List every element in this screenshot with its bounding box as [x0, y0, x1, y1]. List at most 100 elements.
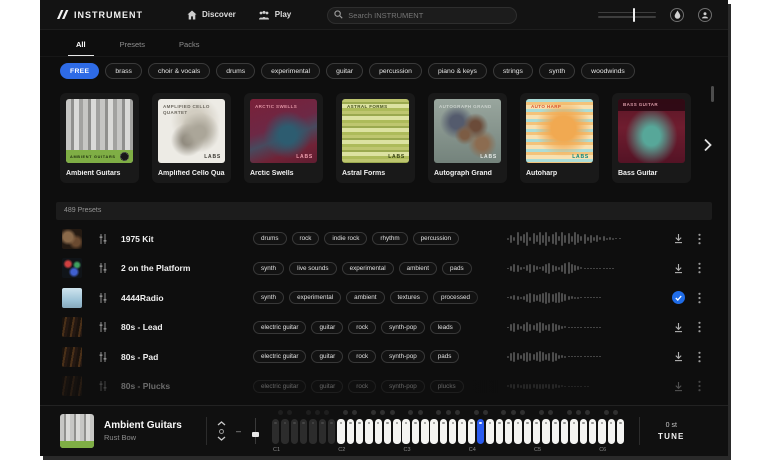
more-options-button[interactable] [697, 350, 702, 364]
tag[interactable]: synth-pop [381, 321, 425, 334]
piano-key[interactable] [347, 419, 354, 444]
piano-key[interactable] [552, 419, 559, 444]
piano-key[interactable] [468, 419, 475, 444]
preset-row-80s-plucks[interactable]: 80s - Plucks electric guitar guitar rock… [56, 372, 712, 402]
tag[interactable]: electric guitar [253, 350, 306, 363]
chevron-down-icon[interactable] [217, 436, 226, 441]
preset-controls-icon[interactable] [97, 292, 109, 304]
volume-slider-handle[interactable] [633, 8, 636, 22]
download-button[interactable] [672, 350, 685, 363]
piano-key[interactable] [328, 419, 335, 444]
piano-key[interactable] [524, 419, 531, 444]
tag[interactable]: processed [433, 291, 478, 304]
pack-card-bass-guitar[interactable]: BASS GUITAR Bass Guitar [612, 93, 691, 183]
filter-chip-woodwinds[interactable]: woodwinds [581, 63, 635, 79]
piano-key[interactable] [589, 419, 596, 444]
preset-controls-icon[interactable] [97, 380, 109, 392]
filter-chip-choir-vocals[interactable]: choir & vocals [148, 63, 210, 79]
tag[interactable]: synth [253, 262, 284, 275]
piano-key[interactable] [608, 419, 615, 444]
tag[interactable]: leads [430, 321, 461, 334]
filter-chip-strings[interactable]: strings [493, 63, 533, 79]
piano-key[interactable] [272, 419, 279, 444]
piano-key[interactable] [561, 419, 568, 444]
carousel-next-button[interactable] [701, 136, 714, 157]
tag[interactable]: drums [253, 232, 287, 245]
tag[interactable]: live sounds [289, 262, 337, 275]
tag[interactable]: ambient [346, 291, 384, 304]
piano-key-active[interactable] [477, 419, 484, 444]
volume-slider[interactable] [598, 8, 656, 22]
tab-presets[interactable]: Presets [120, 40, 145, 56]
pack-card-autoharp[interactable]: AUTO HARP LABS Autoharp [520, 93, 599, 183]
more-options-button[interactable] [697, 232, 702, 246]
piano-key[interactable] [337, 419, 344, 444]
filter-chip-percussion[interactable]: percussion [369, 63, 422, 79]
tag[interactable]: guitar [311, 321, 343, 334]
nav-item-discover[interactable]: Discover [187, 10, 236, 20]
piano-key[interactable] [300, 419, 307, 444]
piano-key[interactable] [440, 419, 447, 444]
minus-icon[interactable]: – [236, 427, 241, 436]
downloaded-check-icon[interactable] [672, 291, 685, 304]
piano-key[interactable] [365, 419, 372, 444]
piano-key[interactable] [449, 419, 456, 444]
tab-packs[interactable]: Packs [179, 40, 199, 56]
piano-key[interactable] [505, 419, 512, 444]
download-button[interactable] [672, 321, 685, 334]
preset-row-80s-pad[interactable]: 80s - Pad electric guitar guitar rock sy… [56, 342, 712, 372]
preset-row-2-on-the-platform[interactable]: 2 on the Platform synth live sounds expe… [56, 254, 712, 284]
tag[interactable]: synth-pop [381, 380, 425, 393]
tag[interactable]: electric guitar [253, 380, 306, 393]
piano-key[interactable] [421, 419, 428, 444]
pack-card-ambient-guitars[interactable]: AMBIENT GUITARS Ambient Guitars [60, 93, 139, 183]
preset-row-1975-kit[interactable]: 1975 Kit drums rock indie rock rhythm pe… [56, 224, 712, 254]
piano-key[interactable] [580, 419, 587, 444]
tag[interactable]: electric guitar [253, 321, 306, 334]
tag[interactable]: percussion [413, 232, 459, 245]
filter-chip-free[interactable]: FREE [60, 63, 99, 79]
account-icon[interactable] [698, 8, 712, 22]
player-volume-fader[interactable] [251, 418, 260, 444]
piano-key[interactable] [375, 419, 382, 444]
sounds-drop-icon[interactable] [670, 8, 684, 22]
piano-key[interactable] [496, 419, 503, 444]
piano-key[interactable] [356, 419, 363, 444]
more-options-button[interactable] [697, 291, 702, 305]
download-button[interactable] [672, 262, 685, 275]
tag[interactable]: pads [430, 350, 460, 363]
preset-controls-icon[interactable] [97, 351, 109, 363]
piano-key[interactable] [486, 419, 493, 444]
piano-key[interactable] [570, 419, 577, 444]
nav-item-play[interactable]: Play [258, 10, 291, 20]
search-input[interactable] [327, 7, 517, 24]
tag[interactable]: rock [348, 321, 376, 334]
tag[interactable]: rock [292, 232, 320, 245]
tag[interactable]: plucks [430, 380, 464, 393]
chevron-up-icon[interactable] [217, 421, 226, 426]
tag[interactable]: rock [348, 350, 376, 363]
pack-card-astral-forms[interactable]: ASTRAL FORMS LABS Astral Forms [336, 93, 415, 183]
filter-chip-piano-keys[interactable]: piano & keys [428, 63, 487, 79]
preset-controls-icon[interactable] [97, 233, 109, 245]
tag[interactable]: synth-pop [381, 350, 425, 363]
preset-row-4444radio[interactable]: 4444Radio synth experimental ambient tex… [56, 283, 712, 313]
piano-key[interactable] [319, 419, 326, 444]
filter-chip-synth[interactable]: synth [539, 63, 575, 79]
preset-controls-icon[interactable] [97, 321, 109, 333]
piano-key[interactable] [458, 419, 465, 444]
scrollbar-thumb[interactable] [711, 86, 714, 102]
piano-key[interactable] [617, 419, 624, 444]
filter-chip-brass[interactable]: brass [105, 63, 142, 79]
tag[interactable]: experimental [342, 262, 394, 275]
piano-key[interactable] [393, 419, 400, 444]
tag[interactable]: guitar [311, 380, 343, 393]
tag[interactable]: rhythm [372, 232, 407, 245]
download-button[interactable] [672, 232, 685, 245]
piano-key[interactable] [402, 419, 409, 444]
tag[interactable]: ambient [399, 262, 437, 275]
piano-key[interactable] [412, 419, 419, 444]
piano-key[interactable] [281, 419, 288, 444]
tab-all[interactable]: All [76, 40, 86, 56]
pack-card-autograph-grand[interactable]: AUTOGRAPH GRAND LABS Autograph Grand [428, 93, 507, 183]
